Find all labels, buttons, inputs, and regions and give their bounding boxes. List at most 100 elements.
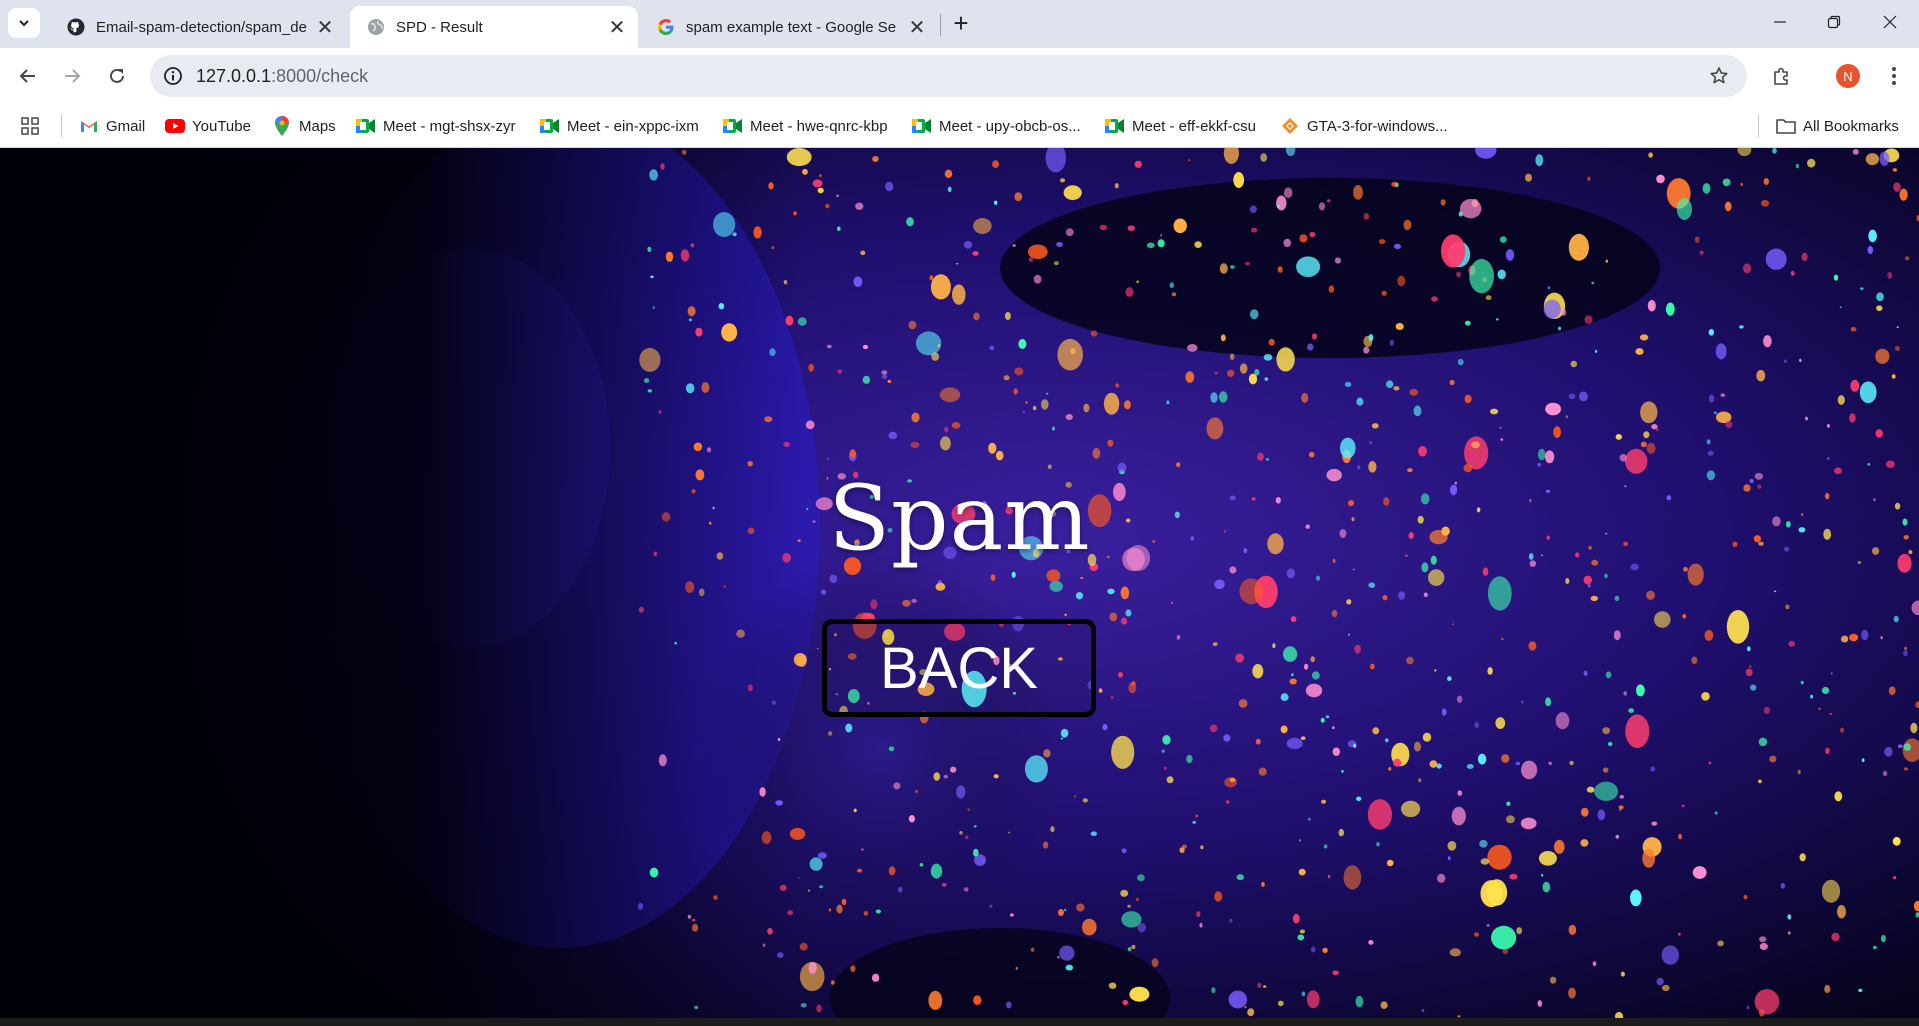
tab-google-search[interactable]: spam example text - Google Se ✕ [640, 6, 938, 48]
paint-speckle [1297, 934, 1305, 941]
paint-speckle [1103, 392, 1120, 415]
bookmark-meet-2[interactable]: Meet - ein-xppc-ixm [540, 114, 699, 138]
bookmark-maps[interactable]: Maps [272, 114, 336, 138]
paint-speckle [1229, 353, 1235, 360]
paint-speckle [1422, 732, 1432, 742]
bookmark-gmail[interactable]: Gmail [79, 114, 145, 138]
paint-speckle [1059, 945, 1075, 961]
paint-speckle [1050, 826, 1055, 833]
profile-button[interactable]: N [1832, 60, 1864, 92]
paint-speckle [1321, 799, 1327, 804]
paint-speckle [1656, 174, 1665, 184]
paint-speckle [1354, 644, 1361, 654]
bookmark-meet-1[interactable]: Meet - mgt-shsx-zyr [356, 114, 516, 138]
paint-speckle [1756, 369, 1766, 382]
paint-speckle [1544, 450, 1555, 464]
paint-speckle [1758, 737, 1768, 747]
extensions-button[interactable] [1766, 60, 1798, 92]
tab-github[interactable]: Email-spam-detection/spam_de ✕ [50, 6, 346, 48]
paint-speckle [1289, 678, 1297, 685]
paint-speckle [1122, 999, 1129, 1006]
paint-speckle [1376, 842, 1380, 847]
url-text[interactable]: 127.0.0.1:8000/check [196, 66, 368, 87]
globe-icon [366, 17, 386, 37]
paint-speckle [639, 347, 661, 372]
paint-speckle [1308, 817, 1311, 821]
apps-button[interactable] [20, 114, 47, 138]
address-bar[interactable]: 127.0.0.1:8000/check [150, 55, 1747, 97]
bookmark-gta[interactable]: GTA-3-for-windows... [1280, 114, 1448, 138]
close-tab-icon[interactable]: ✕ [602, 12, 632, 42]
forward-nav-button[interactable] [56, 60, 88, 92]
paint-speckle [1765, 248, 1787, 270]
paint-speckle [1229, 918, 1233, 923]
paint-speckle [1726, 610, 1750, 644]
tab-title: Email-spam-detection/spam_de [96, 18, 307, 36]
tab-spd-result[interactable]: SPD - Result ✕ [350, 6, 638, 48]
paint-speckle [1187, 344, 1198, 352]
paint-speckle [1239, 363, 1248, 374]
paint-speckle [1170, 601, 1174, 604]
paint-speckle [1186, 754, 1193, 764]
close-window-button[interactable] [1862, 0, 1918, 44]
reload-button[interactable] [101, 60, 133, 92]
new-tab-button[interactable]: + [944, 8, 978, 38]
back-nav-button[interactable] [12, 60, 44, 92]
paint-speckle [1739, 325, 1744, 329]
menu-button[interactable] [1878, 60, 1910, 92]
paint-speckle [1409, 388, 1419, 396]
bookmark-star-icon[interactable] [1707, 64, 1731, 88]
close-tab-icon[interactable]: ✕ [902, 12, 932, 42]
paint-speckle [1656, 977, 1664, 986]
gmail-icon [79, 116, 99, 136]
all-bookmarks-button[interactable]: All Bookmarks [1776, 114, 1899, 138]
paint-speckle [931, 352, 940, 361]
background-image [0, 148, 1919, 1018]
paint-speckle [1006, 1001, 1012, 1009]
paint-speckle [1858, 988, 1863, 993]
paint-speckle [1423, 592, 1428, 598]
tab-search-button[interactable] [8, 8, 40, 38]
bookmark-meet-3[interactable]: Meet - hwe-qnrc-kbp [723, 114, 888, 138]
paint-speckle [1115, 383, 1120, 388]
paint-speckle [828, 908, 832, 912]
paint-speckle [1378, 239, 1386, 245]
paint-speckle [872, 156, 879, 162]
paint-speckle [850, 965, 856, 973]
paint-speckle [1515, 761, 1521, 766]
paint-speckle [1418, 778, 1422, 783]
site-info-icon[interactable] [161, 64, 185, 88]
paint-speckle [1772, 148, 1777, 154]
paint-speckle [753, 226, 762, 239]
paint-speckle [1876, 305, 1883, 311]
paint-speckle [1788, 931, 1791, 935]
paint-speckle [870, 599, 878, 610]
bookmark-meet-5[interactable]: Meet - eff-ekkf-csu [1105, 114, 1256, 138]
paint-speckle [973, 825, 977, 828]
close-tab-icon[interactable]: ✕ [310, 12, 340, 42]
back-button[interactable]: BACK [822, 619, 1096, 717]
paint-speckle [1065, 964, 1074, 971]
paint-speckle [1678, 932, 1681, 936]
paint-speckle [687, 914, 692, 919]
paint-speckle [1110, 696, 1114, 700]
bookmark-youtube[interactable]: YouTube [165, 114, 251, 138]
paint-speckle [1903, 743, 1912, 751]
restore-button[interactable] [1806, 0, 1862, 44]
folder-icon [1776, 116, 1796, 136]
paint-speckle [1528, 641, 1537, 651]
paint-speckle [1506, 815, 1515, 824]
paint-speckle [929, 275, 934, 281]
minimize-button[interactable] [1752, 0, 1808, 44]
paint-speckle [1214, 579, 1225, 590]
paint-speckle [1520, 817, 1537, 830]
paint-speckle [1643, 431, 1650, 439]
bookmark-meet-4[interactable]: Meet - upy-obcb-os... [912, 114, 1081, 138]
paint-speckle [1166, 776, 1174, 784]
paint-speckle [783, 280, 788, 285]
paint-speckle [906, 217, 914, 227]
paint-speckle [1176, 634, 1181, 640]
paint-speckle [1059, 178, 1066, 183]
paint-speckle [1613, 630, 1621, 641]
youtube-icon [165, 116, 185, 136]
